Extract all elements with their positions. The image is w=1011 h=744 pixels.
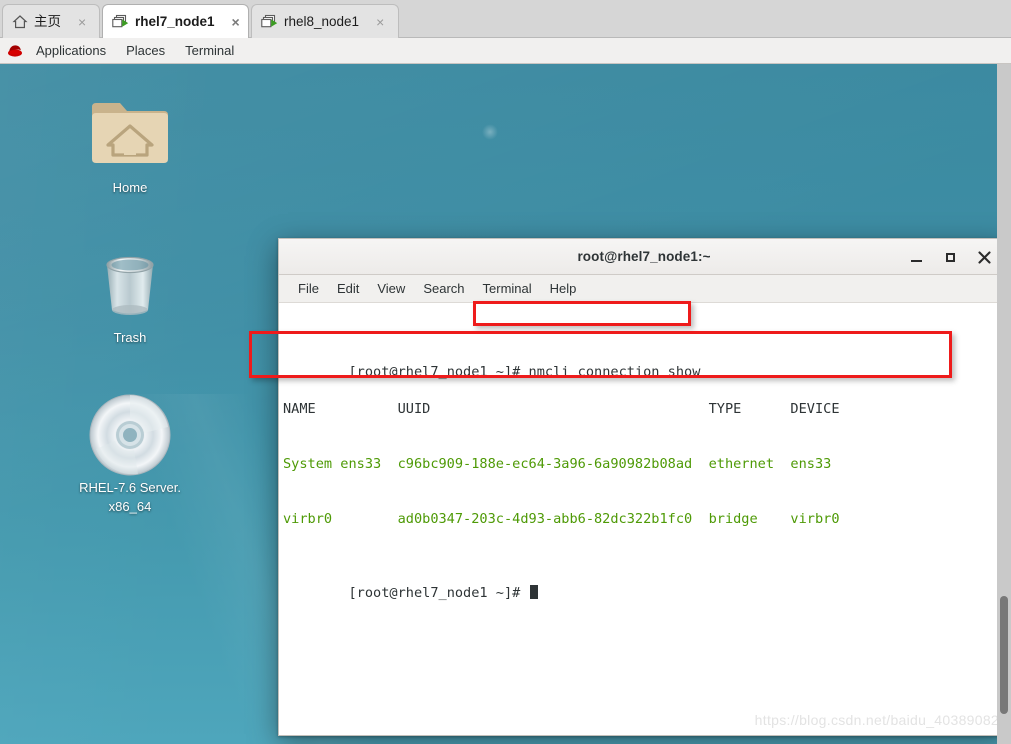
terminal-line-row2: virbr0 ad0b0347-203c-4d93-abb6-82dc322b1… xyxy=(283,511,840,528)
tab-label: rhel8_node1 xyxy=(284,13,360,29)
desktop-icon-label: Home xyxy=(112,180,148,195)
menu-terminal[interactable]: Terminal xyxy=(474,276,541,302)
menu-help[interactable]: Help xyxy=(541,276,586,302)
menu-search[interactable]: Search xyxy=(414,276,473,302)
menu-edit[interactable]: Edit xyxy=(328,276,368,302)
terminal-line-prompt2: [root@rhel7_node1 ~]# xyxy=(283,566,1009,601)
terminal-titlebar[interactable]: root@rhel7_node1:~ xyxy=(279,239,1009,275)
tab-close-icon[interactable]: × xyxy=(75,15,89,29)
panel-menu-applications[interactable]: Applications xyxy=(26,39,116,63)
terminal-cursor xyxy=(529,585,538,600)
terminal-command: nmcli connection show xyxy=(528,364,701,381)
page-scrollbar[interactable] xyxy=(997,64,1011,744)
maximize-button[interactable] xyxy=(933,240,967,274)
menu-file[interactable]: File xyxy=(289,276,328,302)
terminal-line-header: NAME UUID TYPE DEVICE xyxy=(283,401,840,418)
terminal-menubar: File Edit View Search Terminal Help xyxy=(279,275,1009,303)
terminal-title: root@rhel7_node1:~ xyxy=(577,249,711,264)
page-scrollbar-thumb[interactable] xyxy=(1000,596,1008,714)
redhat-logo-icon xyxy=(6,42,24,60)
panel-menu-places[interactable]: Places xyxy=(116,39,175,63)
terminal-line-row1: System ens33 c96bc909-188e-ec64-3a96-6a9… xyxy=(283,456,840,473)
virtual-machine-icon xyxy=(112,14,129,30)
close-button[interactable] xyxy=(967,240,1001,274)
tab-close-icon[interactable]: × xyxy=(373,15,387,29)
menu-view[interactable]: View xyxy=(368,276,414,302)
panel-menu-terminal[interactable]: Terminal xyxy=(175,39,244,63)
tab-close-icon[interactable]: × xyxy=(229,15,243,29)
desktop-icon-label: Trash xyxy=(113,330,147,345)
window-controls xyxy=(899,239,1001,275)
terminal-prompt: [root@rhel7_node1 ~]# xyxy=(348,585,529,602)
gnome-top-panel: Applications Places Terminal xyxy=(0,38,1011,64)
browser-tab-strip: 主页 × rhel7_node1 × rhel8_node1 × xyxy=(0,0,1011,38)
terminal-output-area[interactable]: [root@rhel7_node1 ~]# nmcli connection s… xyxy=(279,303,1009,735)
terminal-line-command: [root@rhel7_node1 ~]# nmcli connection s… xyxy=(283,345,1009,380)
tab-home[interactable]: 主页 × xyxy=(2,4,100,38)
home-folder-icon xyxy=(70,92,190,178)
trash-icon xyxy=(70,242,190,328)
tab-label: rhel7_node1 xyxy=(135,13,215,29)
close-icon xyxy=(977,250,991,264)
home-icon xyxy=(12,14,28,30)
desktop-icon-label-line2: x86_64 xyxy=(108,499,152,514)
desktop-icon-trash[interactable]: Trash xyxy=(70,242,190,347)
terminal-window: root@rhel7_node1:~ File Edit View Search… xyxy=(278,238,1010,736)
tab-rhel7-node1[interactable]: rhel7_node1 × xyxy=(102,4,249,38)
desktop-icon-label-line1: RHEL-7.6 Server. xyxy=(79,480,181,495)
wallpaper-glint xyxy=(482,124,498,140)
desktop-icon-rhel-iso[interactable]: RHEL-7.6 Server. x86_64 xyxy=(70,392,190,516)
desktop-icon-home[interactable]: Home xyxy=(70,92,190,197)
tab-rhel8-node1[interactable]: rhel8_node1 × xyxy=(251,4,399,38)
terminal-prompt: [root@rhel7_node1 ~]# xyxy=(348,364,529,381)
minimize-button[interactable] xyxy=(899,240,933,274)
cdrom-icon xyxy=(70,392,190,478)
tab-label: 主页 xyxy=(34,13,61,29)
virtual-machine-icon xyxy=(261,14,278,30)
watermark-text: https://blog.csdn.net/baidu_40389082 xyxy=(754,711,999,728)
screen-root: 主页 × rhel7_node1 × rhel8_node1 × Applica… xyxy=(0,0,1011,744)
